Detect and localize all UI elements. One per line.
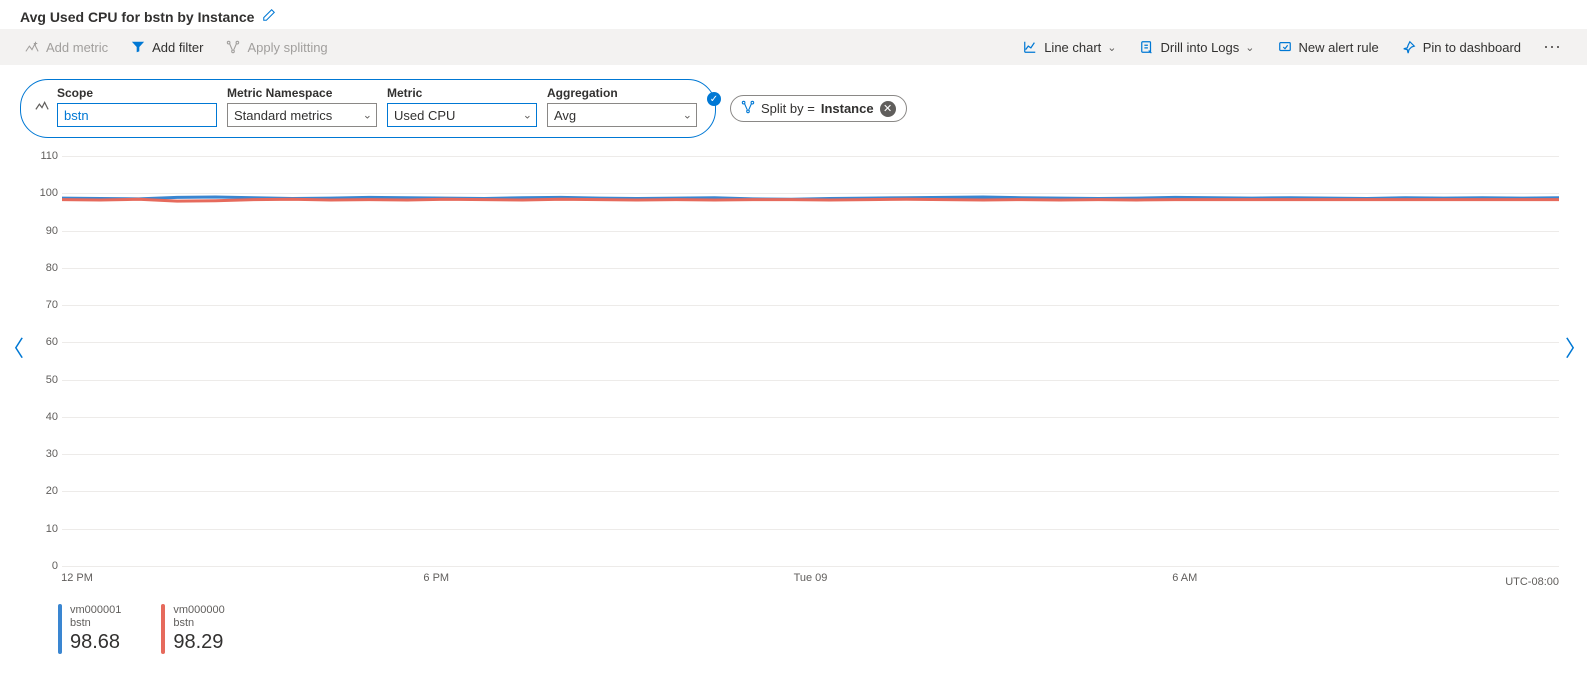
y-tick: 30 [28,448,58,460]
split-icon [741,100,755,117]
line-chart-label: Line chart [1044,40,1101,55]
legend-series-name: vm000000 [173,604,224,617]
edit-title-icon[interactable] [262,8,276,25]
legend-series-scope: bstn [173,617,224,630]
x-tick: Tue 09 [794,572,828,584]
add-filter-button[interactable]: Add filter [126,35,207,59]
legend-color-bar [58,604,62,654]
filter-icon [130,39,146,55]
x-tick: 6 PM [423,572,449,584]
y-tick: 90 [28,225,58,237]
legend-series-value: 98.68 [70,630,121,654]
split-by-chip[interactable]: Split by = Instance ✕ [730,95,907,122]
grid-line [62,417,1559,418]
line-chart-icon [1022,39,1038,55]
y-tick: 40 [28,411,58,423]
metric-definition-pill: Scope bstn Metric Namespace Standard met… [20,79,716,138]
aggregation-select[interactable]: Avg ⌄ [547,103,697,127]
grid-line [62,193,1559,194]
grid-line [62,231,1559,232]
y-tick: 110 [28,150,58,162]
legend-series-value: 98.29 [173,630,224,654]
pin-to-dashboard-button[interactable]: Pin to dashboard [1397,35,1525,59]
scope-value: bstn [64,108,89,123]
plot-area[interactable] [62,156,1559,566]
new-alert-rule-button[interactable]: New alert rule [1273,35,1383,59]
y-tick: 70 [28,299,58,311]
scope-input[interactable]: bstn [57,103,217,127]
legend-series-name: vm000001 [70,604,121,617]
series-line [62,199,1559,201]
chevron-down-icon: ⌄ [1245,41,1254,54]
legend: vm000001bstn98.68vm000000bstn98.29 [0,598,1587,654]
y-tick: 0 [28,560,58,572]
legend-item[interactable]: vm000000bstn98.29 [161,604,224,654]
grid-line [62,529,1559,530]
chevron-down-icon: ⌄ [523,109,532,122]
scope-label: Scope [57,86,217,100]
aggregation-value: Avg [554,108,576,123]
aggregation-label: Aggregation [547,86,697,100]
pin-to-dashboard-label: Pin to dashboard [1423,40,1521,55]
namespace-value: Standard metrics [234,108,332,123]
x-tick: 6 AM [1172,572,1197,584]
y-axis: 0102030405060708090100110 [28,156,62,566]
add-filter-label: Add filter [152,40,203,55]
add-metric-label: Add metric [46,40,108,55]
line-chart-button[interactable]: Line chart ⌄ [1018,35,1120,59]
chart-lines [62,156,1559,566]
chevron-down-icon: ⌄ [1107,41,1116,54]
grid-line [62,305,1559,306]
chevron-down-icon: ⌄ [363,109,372,122]
grid-line [62,342,1559,343]
remove-split-icon[interactable]: ✕ [880,101,896,117]
y-tick: 100 [28,187,58,199]
page-title: Avg Used CPU for bstn by Instance [20,9,254,25]
y-tick: 80 [28,262,58,274]
namespace-select[interactable]: Standard metrics ⌄ [227,103,377,127]
y-tick: 20 [28,485,58,497]
legend-item[interactable]: vm000001bstn98.68 [58,604,121,654]
prev-metric-button[interactable]: 〈 [2,331,22,363]
next-metric-button[interactable]: 〉 [1565,331,1585,363]
apply-splitting-button[interactable]: Apply splitting [221,35,331,59]
new-alert-rule-label: New alert rule [1299,40,1379,55]
add-metric-icon [24,39,40,55]
grid-line [62,491,1559,492]
legend-color-bar [161,604,165,654]
chart-area: 0102030405060708090100110 12 PM6 PMTue 0… [28,156,1559,598]
y-tick: 10 [28,523,58,535]
split-chip-prefix: Split by = [761,101,815,116]
grid-line [62,380,1559,381]
apply-splitting-label: Apply splitting [247,40,327,55]
grid-line [62,566,1559,567]
metric-select[interactable]: Used CPU ⌄ [387,103,537,127]
y-tick: 60 [28,336,58,348]
metric-label: Metric [387,86,537,100]
drill-into-logs-label: Drill into Logs [1161,40,1240,55]
timezone-label: UTC-08:00 [1505,576,1559,588]
x-tick: 12 PM [61,572,93,584]
legend-series-scope: bstn [70,617,121,630]
add-metric-button[interactable]: Add metric [20,35,112,59]
y-tick: 50 [28,374,58,386]
logs-icon [1139,39,1155,55]
grid-line [62,454,1559,455]
alert-icon [1277,39,1293,55]
more-actions-button[interactable]: ⋯ [1539,37,1567,58]
x-axis: 12 PM 6 PM Tue 09 6 AM [62,572,1559,588]
grid-line [62,156,1559,157]
split-icon [225,39,241,55]
namespace-label: Metric Namespace [227,86,377,100]
valid-check-icon: ✓ [707,92,721,106]
pin-icon [1401,39,1417,55]
split-chip-value: Instance [821,101,874,116]
drill-into-logs-button[interactable]: Drill into Logs ⌄ [1135,35,1259,59]
grid-line [62,268,1559,269]
chevron-down-icon: ⌄ [683,109,692,122]
metric-value: Used CPU [394,108,455,123]
metric-series-icon [35,98,49,115]
toolbar: Add metric Add filter Apply splitting Li… [0,29,1587,65]
